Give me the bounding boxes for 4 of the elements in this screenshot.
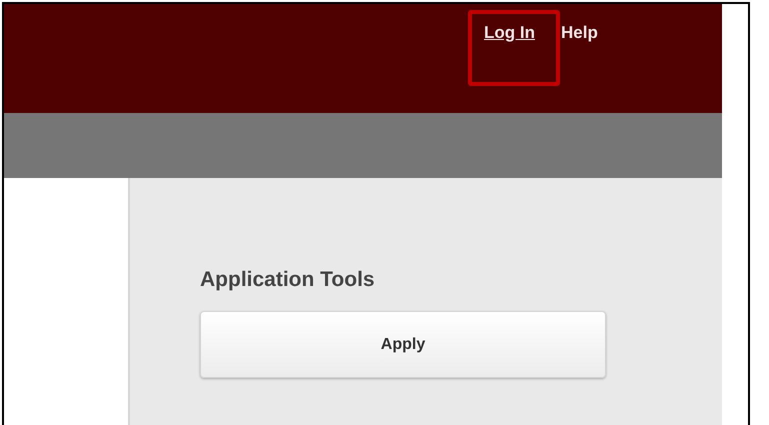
header-link[interactable]: Help	[560, 23, 598, 42]
apply-button[interactable]: Apply	[200, 311, 606, 378]
header-link[interactable]: Log In	[484, 23, 535, 42]
section-heading: Application Tools	[200, 267, 376, 293]
